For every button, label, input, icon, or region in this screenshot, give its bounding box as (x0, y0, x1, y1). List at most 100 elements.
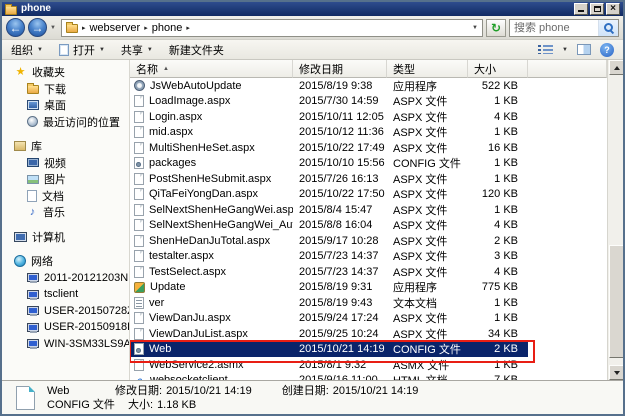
share-button[interactable]: 共享 ▼ (121, 42, 153, 58)
file-name-cell: JsWebAutoUpdate (130, 78, 293, 94)
sidebar-item[interactable]: 2011-20121203NP (2, 270, 129, 287)
organize-button[interactable]: 组织 ▼ (11, 42, 43, 58)
desktop-icon (27, 100, 39, 110)
file-row[interactable]: ShenHeDanJuTotal.aspx 2015/9/17 10:28 AS… (130, 233, 607, 249)
close-button[interactable]: × (606, 3, 620, 15)
column-header-name[interactable]: 名称 ▲ (130, 60, 293, 78)
file-name-cell: ShenHeDanJuTotal.aspx (130, 233, 293, 249)
file-date-cell: 2015/8/19 9:38 (293, 78, 387, 94)
open-label: 打开 (73, 42, 95, 58)
file-doc-icon (134, 235, 144, 247)
help-icon[interactable]: ? (600, 43, 614, 57)
pc-icon (27, 290, 39, 299)
file-name-cell: ViewDanJu.aspx (130, 311, 293, 327)
video-icon (27, 158, 39, 167)
file-row[interactable]: mid.aspx 2015/10/12 11:36 ASPX 文件 1 KB (130, 125, 607, 141)
file-row[interactable]: ViewDanJu.aspx 2015/9/24 17:24 ASPX 文件 1… (130, 311, 607, 327)
file-row[interactable]: LoadImage.aspx 2015/7/30 14:59 ASPX 文件 1… (130, 94, 607, 110)
address-bar[interactable]: ▸ webserver ▸ phone ▸ ▼ (61, 19, 483, 37)
search-box (509, 19, 619, 37)
sidebar-item-label: 下载 (44, 81, 66, 97)
file-type-cell: 应用程序 (387, 280, 468, 296)
file-row[interactable]: SelNextShenHeGangWei_Auto.aspx 2015/8/8 … (130, 218, 607, 234)
file-row[interactable]: testalter.aspx 2015/7/23 14:37 ASPX 文件 3… (130, 249, 607, 265)
breadcrumb-item-webserver[interactable]: webserver (89, 22, 140, 34)
file-row[interactable]: packages 2015/10/10 15:56 CONFIG 文件 1 KB (130, 156, 607, 172)
vertical-scrollbar[interactable] (607, 60, 623, 380)
scrollbar-thumb[interactable] (609, 245, 623, 358)
sidebar-item[interactable]: 图片 (2, 171, 129, 188)
file-row[interactable]: PostShenHeSubmit.aspx 2015/7/26 16:13 AS… (130, 171, 607, 187)
file-name-cell: ver (130, 295, 293, 311)
file-row[interactable]: WebService2.asmx 2015/8/1 9:32 ASMX 文件 1… (130, 357, 607, 373)
file-type-cell: ASPX 文件 (387, 187, 468, 203)
preview-pane-icon[interactable] (577, 44, 591, 55)
file-row[interactable]: MultiShenHeSet.aspx 2015/10/22 17:49 ASP… (130, 140, 607, 156)
file-name-cell: Web (130, 342, 293, 358)
file-name: ver (149, 297, 164, 309)
breadcrumb-separator-icon: ▸ (144, 24, 148, 32)
forward-button[interactable]: → (28, 18, 47, 37)
music-icon (27, 206, 38, 218)
file-row[interactable]: ViewDanJuList.aspx 2015/9/25 10:24 ASPX … (130, 326, 607, 342)
search-input[interactable] (510, 22, 598, 34)
breadcrumb-item-phone[interactable]: phone (152, 22, 183, 34)
file-name: SelNextShenHeGangWei.aspx (149, 204, 293, 216)
file-row[interactable]: SelNextShenHeGangWei.aspx 2015/8/4 15:47… (130, 202, 607, 218)
sidebar-item[interactable]: 下载 (2, 81, 129, 98)
view-dropdown-icon[interactable]: ▼ (562, 47, 568, 53)
close-icon: × (610, 4, 616, 14)
maximize-button[interactable] (590, 3, 604, 15)
file-date-cell: 2015/9/25 10:24 (293, 326, 387, 342)
minimize-button[interactable] (574, 3, 588, 15)
file-type-cell: ASPX 文件 (387, 326, 468, 342)
change-view-icon[interactable] (538, 44, 553, 55)
file-row[interactable]: JsWebAutoUpdate 2015/8/19 9:38 应用程序 522 … (130, 78, 607, 94)
file-row[interactable]: QiTaFeiYongDan.aspx 2015/10/22 17:50 ASP… (130, 187, 607, 203)
back-button[interactable]: ← (6, 18, 25, 37)
selected-file-icon (16, 386, 35, 410)
scroll-down-button[interactable] (609, 365, 623, 380)
file-row[interactable]: Update 2015/8/19 9:31 应用程序 775 KB (130, 280, 607, 296)
file-name: ShenHeDanJuTotal.aspx (149, 235, 270, 247)
network-icon (14, 255, 26, 267)
sidebar-item[interactable]: USER-20150918ES (2, 319, 129, 336)
new-folder-label: 新建文件夹 (169, 42, 224, 58)
sidebar-item[interactable]: 桌面 (2, 97, 129, 114)
refresh-button[interactable]: ↻ (486, 19, 506, 37)
file-doc-icon (134, 312, 144, 324)
sidebar-item[interactable]: tsclient (2, 286, 129, 303)
sidebar-item[interactable]: 收藏夹 (2, 64, 129, 81)
sidebar-item-label: USER-20150918ES (44, 321, 130, 333)
sidebar-item-label: 文档 (42, 188, 64, 204)
file-row[interactable]: TestSelect.aspx 2015/7/23 14:37 ASPX 文件 … (130, 264, 607, 280)
column-header-size[interactable]: 大小 (468, 60, 528, 78)
sidebar-item[interactable]: 最近访问的位置 (2, 114, 129, 131)
file-date-cell: 2015/7/23 14:37 (293, 249, 387, 265)
file-row[interactable]: Web 2015/10/21 14:19 CONFIG 文件 2 KB (130, 342, 607, 358)
recent-pages-dropdown-icon[interactable]: ▼ (50, 25, 56, 31)
file-row[interactable]: Login.aspx 2015/10/11 12:05 ASPX 文件 4 KB (130, 109, 607, 125)
sidebar-item[interactable]: 网络 (2, 253, 129, 270)
column-header-type[interactable]: 类型 (387, 60, 468, 78)
file-doc-icon (134, 266, 144, 278)
sidebar-item[interactable]: 库 (2, 138, 129, 155)
file-row[interactable]: websocketclient 2015/9/16 11:00 HTML 文档 … (130, 373, 607, 381)
file-row[interactable]: ver 2015/8/19 9:43 文本文档 1 KB (130, 295, 607, 311)
sidebar-item[interactable]: 音乐 (2, 204, 129, 221)
sidebar-item[interactable]: 计算机 (2, 229, 129, 246)
sidebar-item[interactable]: USER-20150728ZU (2, 303, 129, 320)
sidebar-item[interactable]: 文档 (2, 188, 129, 205)
search-button[interactable] (598, 20, 618, 36)
app-gear-icon (134, 80, 145, 91)
open-button[interactable]: 打开 ▼ (59, 42, 105, 58)
address-dropdown-icon[interactable]: ▼ (472, 25, 478, 31)
column-header-date[interactable]: 修改日期 (293, 60, 387, 78)
file-name: mid.aspx (149, 126, 193, 138)
new-folder-button[interactable]: 新建文件夹 (169, 42, 224, 58)
file-date-cell: 2015/7/26 16:13 (293, 171, 387, 187)
sidebar-item[interactable]: WIN-3SM33LS9AMO (2, 336, 129, 353)
computer-icon (14, 232, 27, 242)
sidebar-item[interactable]: 视频 (2, 155, 129, 172)
scroll-up-button[interactable] (609, 60, 623, 75)
